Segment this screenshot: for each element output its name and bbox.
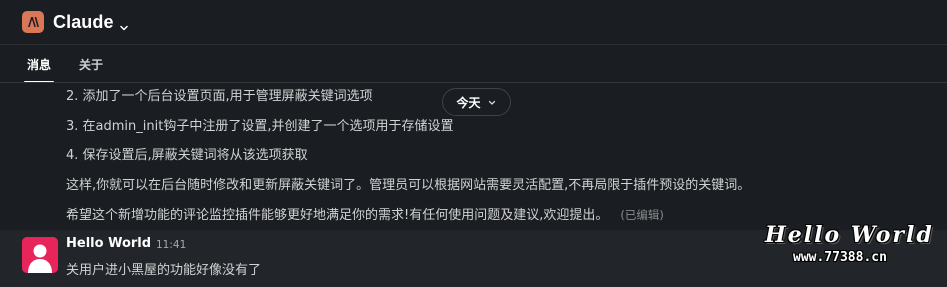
watermark-title: Hello World (765, 222, 934, 248)
message-line: 4. 保存设置后,屏蔽关键词将从该选项获取 (66, 148, 308, 163)
watermark-url: www.77388.cn (793, 250, 887, 265)
message-line-last: 希望这个新增功能的评论监控插件能够更好地满足你的需求!有任何使用问题及建议,欢迎… (66, 206, 664, 225)
app-title-button[interactable]: Claude (53, 12, 129, 33)
date-divider-button[interactable]: 今天 (442, 88, 511, 116)
tab-bar: 消息 关于 (0, 45, 947, 83)
message-text: 关用户进小黑屋的功能好像没有了 (66, 263, 262, 278)
tabs-divider (0, 82, 947, 83)
message-timestamp[interactable]: 11:41 (156, 239, 186, 251)
date-label: 今天 (456, 95, 481, 110)
message-line: 3. 在admin_init钩子中注册了设置,并创建了一个选项用于存储设置 (66, 119, 454, 134)
avatar[interactable] (22, 237, 58, 273)
message-author[interactable]: Hello World (66, 236, 151, 251)
message-line: 2. 添加了一个后台设置页面,用于管理屏蔽关键词选项 (66, 89, 373, 104)
tab-messages[interactable]: 消息 (23, 56, 55, 83)
message-line: 这样,你就可以在后台随时修改和更新屏蔽关键词了。管理员可以根据网站需要灵活配置,… (66, 178, 751, 193)
claude-logo-icon (22, 11, 44, 33)
tab-about[interactable]: 关于 (79, 56, 103, 83)
message-text: 希望这个新增功能的评论监控插件能够更好地满足你的需求!有任何使用问题及建议,欢迎… (66, 208, 609, 223)
app-title: Claude (53, 11, 114, 32)
chevron-down-icon (119, 17, 129, 31)
edited-label: (已编辑) (620, 208, 664, 222)
chevron-down-icon (487, 97, 497, 107)
channel-header: Claude (0, 0, 947, 44)
app-window: Claude 消息 关于 2. 添加了一个后台设置页面,用于管理屏蔽关键词选项 … (0, 0, 947, 287)
